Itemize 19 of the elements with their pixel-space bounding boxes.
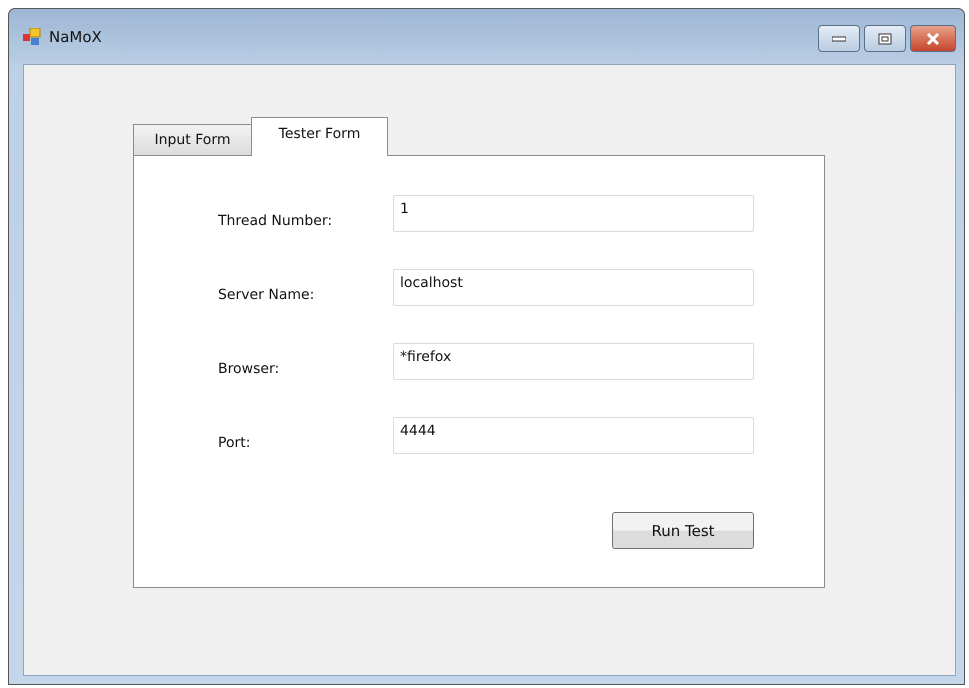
minimize-button[interactable] (818, 25, 860, 52)
field-label: Thread Number: (218, 212, 334, 228)
maximize-button[interactable] (864, 25, 906, 52)
input-field[interactable]: *firefox (393, 343, 754, 380)
input-field[interactable]: 1 (393, 195, 754, 232)
minimize-icon (832, 36, 846, 42)
window-title: NaMoX (49, 28, 102, 46)
run-test-button[interactable]: Run Test (612, 512, 754, 549)
tab[interactable]: Tester Form (251, 117, 388, 156)
input-field[interactable]: 4444 (393, 417, 754, 454)
field-label: Server Name: (218, 286, 316, 302)
maximize-icon (878, 32, 892, 44)
field-label: Browser: (218, 360, 280, 376)
close-icon (925, 32, 941, 44)
input-field[interactable]: localhost (393, 269, 754, 306)
close-button[interactable] (910, 25, 956, 52)
app-icon (23, 28, 41, 46)
tab[interactable]: Input Form (133, 124, 252, 155)
field-label: Port: (218, 434, 252, 450)
